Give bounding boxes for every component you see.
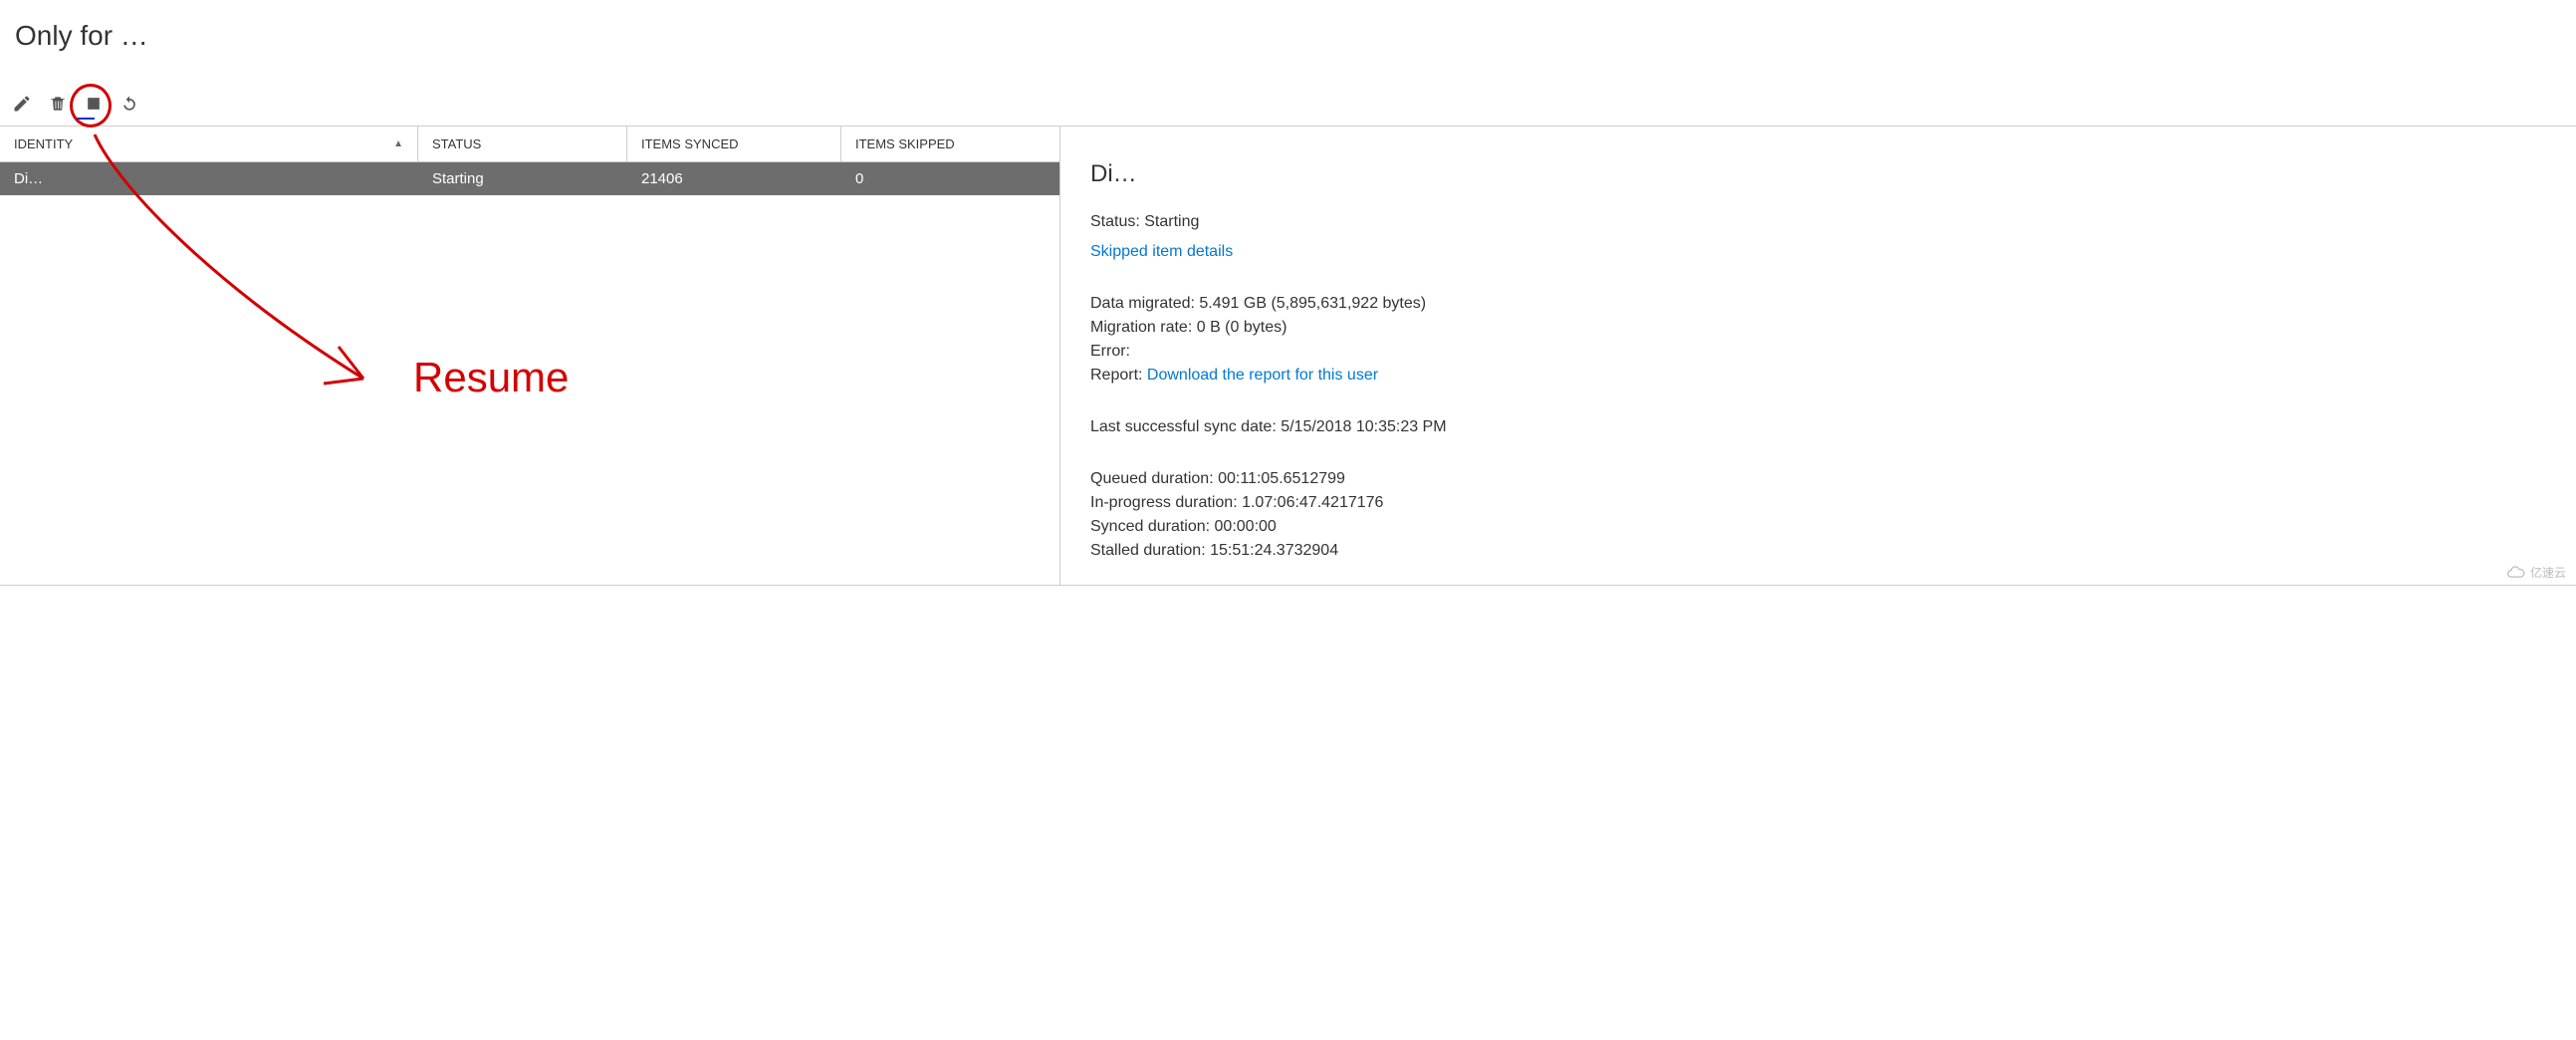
value: 5/15/2018 10:35:23 PM — [1281, 418, 1446, 435]
table-header: IDENTITY ▲ STATUS ITEMS SYNCED ITEMS SKI… — [0, 127, 1059, 162]
detail-status: Status: Starting — [1090, 210, 2546, 234]
column-header-identity[interactable]: IDENTITY ▲ — [0, 127, 418, 161]
detail-last-sync: Last successful sync date: 5/15/2018 10:… — [1090, 415, 2546, 439]
table-area: IDENTITY ▲ STATUS ITEMS SYNCED ITEMS SKI… — [0, 127, 1060, 585]
detail-stalled-duration: Stalled duration: 15:51:24.3732904 — [1090, 539, 2546, 563]
refresh-icon — [119, 94, 139, 114]
stop-button[interactable] — [82, 92, 106, 116]
content-wrap: IDENTITY ▲ STATUS ITEMS SYNCED ITEMS SKI… — [0, 126, 2576, 586]
value: 1.07:06:47.4217176 — [1242, 494, 1383, 511]
detail-status-value: Starting — [1144, 213, 1199, 230]
label: Migration rate: — [1090, 319, 1197, 336]
toolbar — [0, 92, 2576, 126]
detail-synced-duration: Synced duration: 00:00:00 — [1090, 515, 2546, 539]
column-header-label: STATUS — [432, 136, 481, 151]
refresh-button[interactable] — [117, 92, 141, 116]
pencil-icon — [12, 94, 32, 114]
detail-data-migrated: Data migrated: 5.491 GB (5,895,631,922 b… — [1090, 292, 2546, 316]
column-header-items-skipped[interactable]: ITEMS SKIPPED — [841, 127, 1059, 161]
cloud-icon — [2506, 566, 2526, 580]
label: Report: — [1090, 367, 1147, 384]
value: 5.491 GB (5,895,631,922 bytes) — [1199, 295, 1426, 312]
value: 00:00:00 — [1215, 518, 1277, 535]
label: Error: — [1090, 343, 1130, 360]
cell-items-synced: 21406 — [627, 162, 841, 195]
detail-panel: Di… Status: Starting Skipped item detail… — [1060, 127, 2576, 585]
sort-ascending-icon: ▲ — [393, 138, 403, 149]
detail-error: Error: — [1090, 340, 2546, 364]
column-header-label: ITEMS SYNCED — [641, 136, 739, 151]
skipped-item-details-link[interactable]: Skipped item details — [1090, 243, 1233, 260]
detail-title: Di… — [1090, 156, 2546, 192]
detail-status-label: Status: — [1090, 213, 1144, 230]
label: Last successful sync date: — [1090, 418, 1281, 435]
label: Stalled duration: — [1090, 542, 1210, 559]
column-header-items-synced[interactable]: ITEMS SYNCED — [627, 127, 841, 161]
detail-report: Report: Download the report for this use… — [1090, 364, 2546, 388]
watermark-text: 亿速云 — [2530, 564, 2566, 581]
edit-button[interactable] — [10, 92, 34, 116]
stop-icon — [84, 94, 104, 114]
table-row[interactable]: Di… Starting 21406 0 — [0, 162, 1059, 195]
value: 15:51:24.3732904 — [1210, 542, 1338, 559]
download-report-link[interactable]: Download the report for this user — [1147, 367, 1378, 384]
annotation-underline — [77, 118, 95, 120]
column-header-label: ITEMS SKIPPED — [855, 136, 955, 151]
trash-icon — [48, 94, 68, 114]
detail-queued-duration: Queued duration: 00:11:05.6512799 — [1090, 467, 2546, 491]
label: In-progress duration: — [1090, 494, 1242, 511]
page-title: Only for … — [0, 0, 2576, 92]
column-header-label: IDENTITY — [14, 136, 73, 151]
value: 0 B (0 bytes) — [1197, 319, 1288, 336]
cell-identity: Di… — [0, 162, 418, 195]
value: 00:11:05.6512799 — [1218, 470, 1345, 487]
delete-button[interactable] — [46, 92, 70, 116]
cell-items-skipped: 0 — [841, 162, 1059, 195]
detail-migration-rate: Migration rate: 0 B (0 bytes) — [1090, 316, 2546, 340]
label: Data migrated: — [1090, 295, 1199, 312]
column-header-status[interactable]: STATUS — [418, 127, 627, 161]
label: Synced duration: — [1090, 518, 1215, 535]
detail-inprogress-duration: In-progress duration: 1.07:06:47.4217176 — [1090, 491, 2546, 515]
cell-status: Starting — [418, 162, 627, 195]
label: Queued duration: — [1090, 470, 1218, 487]
watermark: 亿速云 — [2506, 564, 2566, 581]
